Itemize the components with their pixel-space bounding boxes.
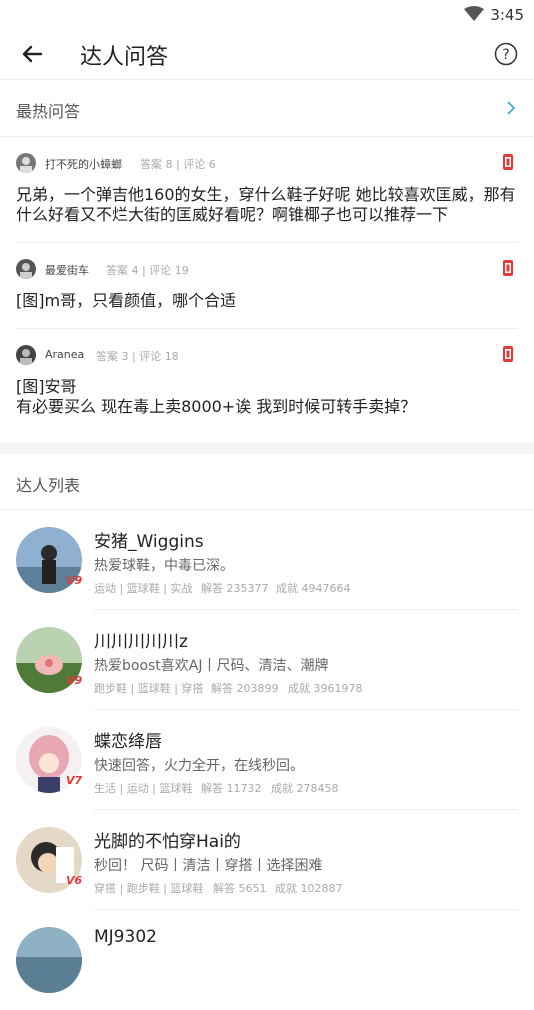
chevron-right-icon[interactable] (506, 101, 516, 115)
app-bar: 达人问答 ? (0, 28, 534, 80)
question-item[interactable]: 打不死的小蟑螂 答案 8 | 评论 6 兄弟，一个弹吉他160的女生，穿什么鞋子… (16, 153, 518, 243)
expert-achievement: 成就 278458 (271, 782, 339, 795)
expert-item[interactable]: V6 光脚的不怕穿Hai的 秒回！ 尺码丨清洁丨穿搭丨选择困难 穿搭 | 跑步鞋… (16, 810, 534, 910)
expert-achievement: 成就 102887 (275, 882, 343, 895)
hot-qa-label: 最热问答 (16, 102, 81, 121)
expert-name[interactable]: 安猪_Wiggins (94, 527, 204, 552)
expert-item[interactable]: V9 川川川川川z 热爱boost喜欢AJ丨尺码、清洁、潮牌 跑步鞋 | 篮球鞋… (16, 610, 534, 710)
expert-item[interactable]: V9 安猪_Wiggins 热爱球鞋，中毒已深。 运动 | 篮球鞋 | 实战 解… (16, 510, 534, 610)
help-icon[interactable]: ? (494, 42, 518, 66)
expert-tags: 运动 | 篮球鞋 | 实战 (94, 582, 193, 595)
experts-label: 达人列表 (16, 476, 81, 495)
question-list: 打不死的小蟑螂 答案 8 | 评论 6 兄弟，一个弹吉他160的女生，穿什么鞋子… (0, 136, 534, 434)
level-badge-icon: V9 (66, 674, 83, 687)
level-badge-icon: V7 (66, 774, 83, 787)
status-time: 3:45 (490, 6, 524, 24)
avatar[interactable] (16, 153, 36, 173)
expert-answers: 解答 203899 (211, 682, 279, 695)
level-badge-icon: V6 (66, 874, 83, 887)
question-stats: 答案 8 | 评论 6 (140, 158, 216, 171)
section-divider (0, 443, 534, 454)
expert-answers: 解答 235377 (201, 582, 269, 595)
expert-item[interactable]: V7 蝶恋绛唇 快速回答，火力全开，在线秒回。 生活 | 运动 | 篮球鞋 解答… (16, 710, 534, 810)
question-text[interactable]: [图]m哥，只看颜值，哪个合适 (16, 291, 518, 311)
avatar[interactable] (16, 345, 36, 365)
question-item[interactable]: 最爱街车 答案 4 | 评论 19 [图]m哥，只看颜值，哪个合适 (16, 259, 518, 329)
avatar[interactable] (16, 927, 82, 993)
expert-tags: 生活 | 运动 | 篮球鞋 (94, 782, 193, 795)
question-text[interactable]: [图]安哥 有必要买么 现在毒上卖8000+诶 我到时候可转手卖掉？ (16, 377, 518, 417)
expert-name[interactable]: MJ9302 (94, 927, 157, 947)
wifi-icon (464, 6, 484, 21)
expert-achievement: 成就 3961978 (288, 682, 363, 695)
avatar[interactable] (16, 259, 36, 279)
experts-header: 达人列表 (0, 455, 534, 509)
expert-name[interactable]: 光脚的不怕穿Hai的 (94, 827, 241, 852)
expert-answers: 解答 5651 (213, 882, 267, 895)
question-user[interactable]: Aranea (45, 348, 84, 361)
expert-tags: 穿搭 | 跑步鞋 | 篮球鞋 (94, 882, 204, 895)
level-badge-icon: V9 (66, 574, 83, 587)
expert-answers: 解答 11732 (201, 782, 262, 795)
hot-badge-icon (503, 154, 513, 170)
expert-desc: 热爱boost喜欢AJ丨尺码、清洁、潮牌 (94, 658, 329, 674)
hot-badge-icon (503, 346, 513, 362)
status-bar: 3:45 (0, 0, 534, 28)
expert-name[interactable]: 川川川川川z (94, 627, 188, 652)
question-user[interactable]: 最爱街车 (45, 262, 89, 278)
expert-desc: 热爱球鞋，中毒已深。 (94, 558, 234, 574)
expert-name[interactable]: 蝶恋绛唇 (94, 727, 162, 752)
expert-desc: 秒回！ 尺码丨清洁丨穿搭丨选择困难 (94, 858, 323, 874)
expert-tags: 跑步鞋 | 篮球鞋 | 穿搭 (94, 682, 204, 695)
expert-desc: 快速回答，火力全开，在线秒回。 (94, 758, 304, 774)
question-stats: 答案 3 | 评论 18 (96, 350, 179, 363)
hot-badge-icon (503, 260, 513, 276)
question-user[interactable]: 打不死的小蟑螂 (45, 156, 122, 172)
expert-item[interactable]: MJ9302 (16, 910, 534, 1010)
back-arrow-icon[interactable] (20, 42, 44, 66)
question-stats: 答案 4 | 评论 19 (106, 264, 189, 277)
svg-text:?: ? (502, 47, 509, 63)
hot-qa-header[interactable]: 最热问答 (0, 81, 534, 135)
expert-list: V9 安猪_Wiggins 热爱球鞋，中毒已深。 运动 | 篮球鞋 | 实战 解… (0, 509, 534, 1010)
question-text[interactable]: 兄弟，一个弹吉他160的女生，穿什么鞋子好呢 她比较喜欢匡威，那有什么好看又不烂… (16, 185, 518, 225)
question-item[interactable]: Aranea 答案 3 | 评论 18 [图]安哥 有必要买么 现在毒上卖800… (16, 345, 518, 417)
expert-achievement: 成就 4947664 (276, 582, 351, 595)
page-title: 达人问答 (80, 45, 169, 70)
